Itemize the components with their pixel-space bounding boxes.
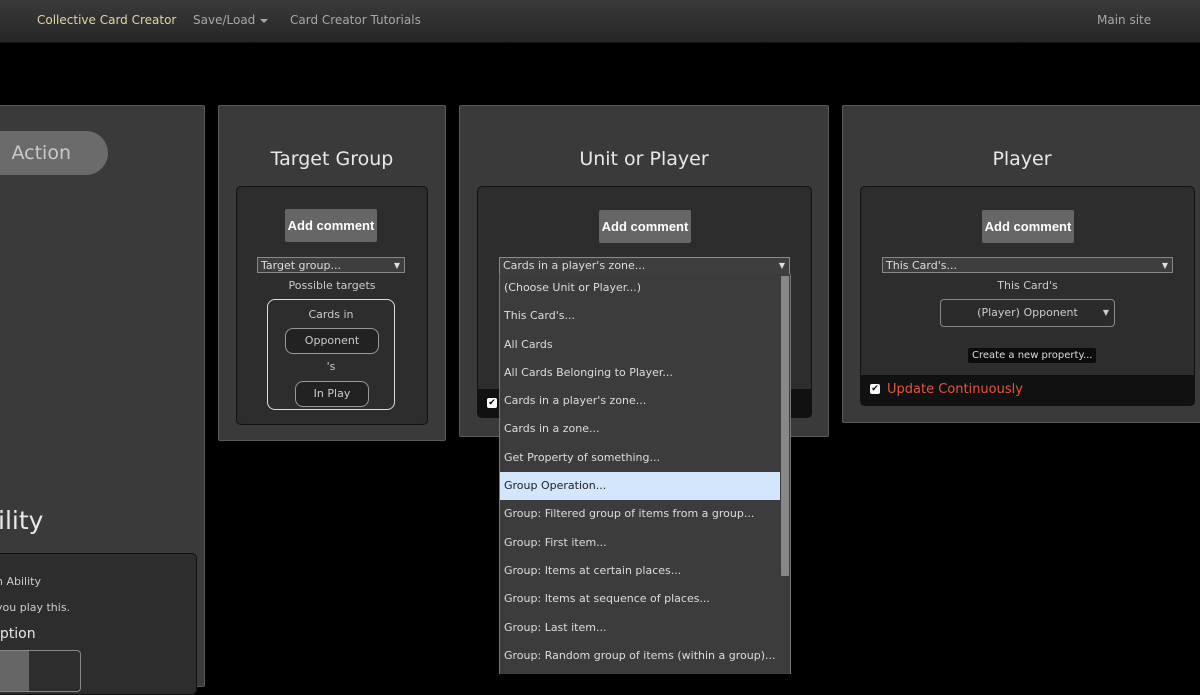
chevron-down-icon (260, 18, 269, 23)
dropdown-option[interactable]: Cards in a player's zone... (500, 387, 780, 415)
dropdown-option[interactable]: This Card's... (500, 302, 780, 330)
possessive-label: 's (326, 360, 336, 373)
in-play-pill[interactable]: In Play (295, 381, 369, 407)
add-comment-button[interactable]: Add comment (285, 209, 377, 242)
unit-or-player-select[interactable]: Cards in a player's zone... ▼ (499, 257, 790, 275)
player-title: Player (992, 148, 1052, 170)
cards-in-label: Cards in (308, 308, 354, 321)
update-continuously-label: Update Continuously (887, 382, 1023, 397)
this-cards-label: This Card's (997, 279, 1058, 292)
dropdown-option[interactable]: Group: Items at certain places... (500, 557, 780, 585)
player-panel: Player Add comment This Card's... ▼ This… (842, 105, 1200, 423)
dropdown-option[interactable]: Get Property of something... (500, 444, 780, 472)
save-load-menu[interactable]: Save/Load (193, 13, 269, 27)
unit-or-player-dropdown[interactable]: (Choose Unit or Player...) This Card's...… (499, 274, 791, 674)
player-footer-strip: ✔ Update Continuously (861, 375, 1194, 405)
target-group-inner: Add comment Target group... ▼ Possible t… (236, 186, 428, 425)
create-property-button[interactable]: Create a new property... (968, 348, 1097, 363)
unit-or-player-title: Unit or Player (579, 148, 709, 170)
action-panel: Action ility n Ability you play this. ip… (0, 105, 205, 695)
dropdown-option[interactable]: Cards in a zone... (500, 415, 780, 443)
player-select[interactable]: This Card's... ▼ (882, 257, 1173, 273)
play-text: you play this. (0, 601, 71, 614)
add-comment-button[interactable]: Add comment (599, 210, 691, 243)
opponent-pill[interactable]: Opponent (285, 328, 379, 354)
chevron-down-icon: ▼ (393, 261, 400, 270)
top-navbar: Collective Card Creator Save/Load Card C… (0, 0, 1200, 43)
brand-link[interactable]: Collective Card Creator (37, 13, 176, 27)
action-button[interactable]: Action (0, 131, 108, 175)
dropdown-option[interactable]: (Choose Unit or Player...) (500, 274, 780, 302)
chevron-down-icon: ▼ (1161, 261, 1168, 270)
player-inner: Add comment This Card's... ▼ This Card's… (860, 186, 1195, 406)
unit-or-player-select-value: Cards in a player's zone... (503, 259, 646, 272)
dropdown-option[interactable]: Group: Random group of items (within a g… (500, 642, 780, 670)
dropdown-options: (Choose Unit or Player...) This Card's...… (500, 274, 790, 670)
player-opponent-select[interactable]: (Player) Opponent ▼ (940, 299, 1115, 327)
dropdown-option[interactable]: Group: Filtered group of items from a gr… (500, 500, 780, 528)
description-label: iption (0, 626, 36, 642)
possible-targets-label: Possible targets (288, 279, 376, 292)
dropdown-option[interactable]: Group Operation... (500, 472, 780, 501)
target-group-select-value: Target group... (261, 259, 341, 272)
ability-type-text: n Ability (0, 575, 41, 588)
player-select-value: This Card's... (886, 259, 957, 272)
dropdown-scrollbar[interactable] (781, 276, 789, 576)
target-group-panel: Target Group Add comment Target group...… (218, 105, 446, 441)
dropdown-option[interactable]: All Cards Belonging to Player... (500, 359, 780, 387)
add-comment-button[interactable]: Add comment (982, 210, 1074, 243)
save-load-label: Save/Load (193, 13, 256, 27)
main-site-link[interactable]: Main site (1097, 13, 1151, 27)
target-group-title: Target Group (270, 148, 394, 170)
dropdown-option[interactable]: Group: Items at sequence of places... (500, 585, 780, 613)
description-thumb (0, 651, 29, 691)
dropdown-option[interactable]: Group: Last item... (500, 614, 780, 642)
dropdown-option[interactable]: All Cards (500, 331, 780, 359)
description-box[interactable] (0, 650, 81, 692)
player-opponent-value: (Player) Opponent (977, 306, 1078, 319)
target-group-select[interactable]: Target group... ▼ (257, 257, 405, 273)
update-continuously-checkbox[interactable]: ✔ (870, 384, 880, 394)
update-checkbox[interactable]: ✔ (487, 398, 497, 408)
chevron-down-icon: ▼ (1102, 308, 1109, 317)
chevron-down-icon: ▼ (778, 261, 785, 270)
dropdown-option[interactable]: Group: First item... (500, 529, 780, 557)
ability-title: ility (0, 506, 44, 535)
tutorials-link[interactable]: Card Creator Tutorials (290, 13, 421, 27)
target-description-box: Cards in Opponent 's In Play (267, 299, 395, 410)
